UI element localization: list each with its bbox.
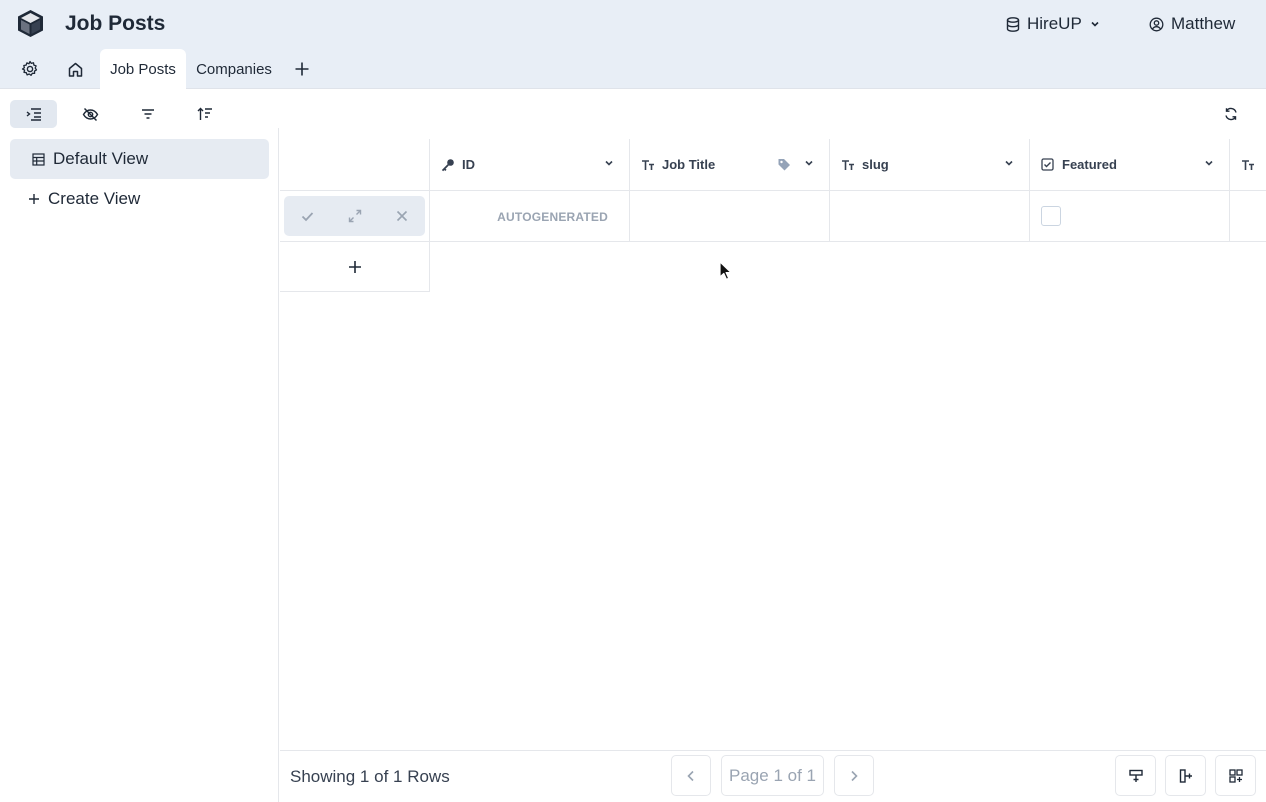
add-tab-plus-icon[interactable] [292,59,312,79]
chevron-down-icon[interactable] [1003,157,1015,169]
column-label: slug [862,157,889,172]
expand-icon[interactable] [340,201,370,231]
tag-icon [777,157,791,171]
mouse-cursor-icon [719,261,732,280]
chevron-right-icon [849,770,859,782]
previous-page-button[interactable] [671,755,711,796]
database-name: HireUP [1027,14,1082,33]
featured-checkbox[interactable] [1041,206,1061,226]
sort-button[interactable] [181,100,228,128]
database-switcher[interactable]: HireUP [1006,13,1101,35]
close-icon[interactable] [387,201,417,231]
key-icon [441,158,455,172]
column-header-next[interactable] [1230,139,1266,191]
app-header: Job Posts HireUP Matthew Job Posts Compa… [0,0,1266,89]
chevron-down-icon[interactable] [1203,157,1215,169]
insert-column-icon [1179,768,1193,783]
new-row-actions [284,196,425,236]
filter-button[interactable] [124,100,171,128]
chevron-down-icon[interactable] [803,157,815,169]
page-indicator: Page 1 of 1 [721,755,824,796]
chevron-left-icon [686,770,696,782]
create-view-label: Create View [48,189,141,208]
column-header-id[interactable]: ID [430,139,630,191]
eye-off-icon [82,107,99,122]
sort-icon [197,107,213,121]
user-circle-icon [1149,17,1164,32]
column-label: Featured [1062,157,1117,172]
user-name: Matthew [1171,14,1236,33]
text-type-icon [1241,158,1255,172]
cell-next[interactable] [1230,191,1266,242]
add-row-button[interactable] [280,242,430,292]
cube-logo-icon[interactable] [16,9,45,38]
column-header-job-title[interactable]: Job Title [630,139,830,191]
toggle-sidebar-button[interactable] [10,100,57,128]
cell-job-title[interactable] [630,191,830,242]
page-label: Page 1 of 1 [729,765,816,785]
hide-fields-button[interactable] [67,100,114,128]
home-icon[interactable] [65,59,85,79]
chevron-down-icon[interactable] [603,157,615,169]
database-icon [1006,16,1020,32]
plus-icon [348,260,362,274]
view-default[interactable]: Default View [10,139,269,179]
column-label: ID [462,157,475,172]
tab-companies[interactable]: Companies [191,49,277,89]
layout-grid-button[interactable] [1215,755,1256,796]
row-actions-header [280,139,430,191]
table-icon [32,152,45,166]
column-label: Job Title [662,157,716,172]
user-menu[interactable]: Matthew [1149,13,1235,35]
tab-job-posts[interactable]: Job Posts [100,49,186,89]
grid-plus-icon [1228,768,1243,783]
autogenerated-label: AUTOGENERATED [497,209,608,224]
cell-slug[interactable] [830,191,1030,242]
views-sidebar: Default View Create View [0,128,279,802]
create-view-button[interactable]: Create View [10,179,269,219]
view-label: Default View [53,149,149,168]
chevron-down-icon [1089,18,1101,30]
column-header-featured[interactable]: Featured [1030,139,1230,191]
filter-icon [141,108,155,120]
refresh-icon [1224,107,1238,121]
check-icon[interactable] [293,201,323,231]
next-page-button[interactable] [834,755,874,796]
page-title: Job Posts [65,12,166,35]
plus-icon [28,193,40,205]
column-header-slug[interactable]: slug [830,139,1030,191]
rows-count-text: Showing 1 of 1 Rows [290,767,450,786]
insert-row-button[interactable] [1115,755,1156,796]
list-indent-icon [26,107,42,121]
refresh-button[interactable] [1207,100,1254,128]
insert-row-icon [1128,769,1143,783]
text-type-icon [841,158,855,172]
gear-icon[interactable] [20,59,40,79]
text-type-icon [641,158,655,172]
insert-column-button[interactable] [1165,755,1206,796]
checkbox-icon [1041,158,1055,172]
